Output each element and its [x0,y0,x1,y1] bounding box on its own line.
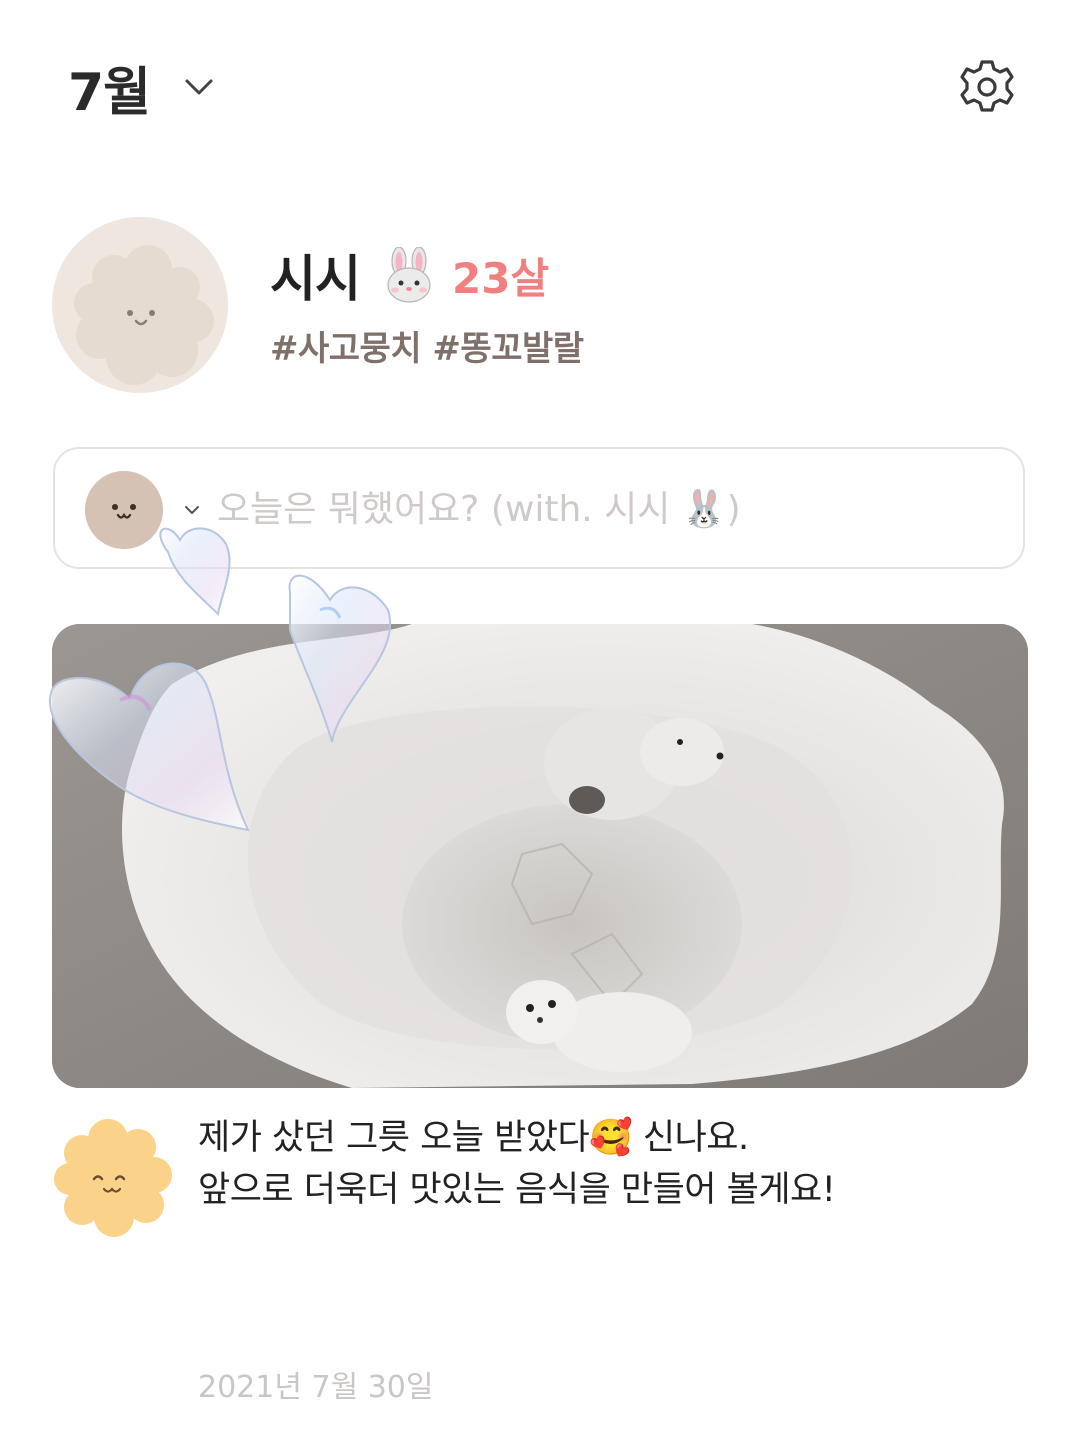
profile-tags: #사고뭉치 #똥꼬발랄 [270,329,584,369]
post-entry: 제가 샀던 그릇 오늘 받았다🥰 신나요. 앞으로 더욱더 맛있는 음식을 만들… [52,1112,1032,1242]
post-photo[interactable] [52,624,1028,1088]
month-selector[interactable]: 7월 [68,52,216,123]
top-bar: 7월 [0,0,1080,175]
profile-section: 시시 23살 #사고뭉치 #똥꼬발랄 [52,217,1032,397]
fluffy-puppy-avatar[interactable] [52,1117,172,1237]
month-label: 7월 [68,62,151,123]
profile-name-row: 시시 23살 [270,239,549,311]
post-text-line-2: 앞으로 더욱더 맛있는 음식을 만들어 볼게요! [198,1170,836,1210]
gear-icon[interactable] [958,58,1016,116]
post-body: 제가 샀던 그릇 오늘 받았다🥰 신나요. 앞으로 더욱더 맛있는 음식을 만들… [198,1112,1018,1216]
post-date: 2021년 7월 30일 [198,1370,434,1405]
profile-avatar[interactable] [52,217,228,393]
post-text-line-1: 제가 샀던 그릇 오늘 받았다🥰 신나요. [198,1118,749,1158]
bowl-with-polar-bears-photo [52,624,1028,1088]
profile-age: 23살 [452,253,550,303]
profile-name: 시시 [270,250,361,308]
fluffy-dog-avatar-image [52,217,228,393]
rabbit-face-icon [387,247,431,303]
chevron-down-icon[interactable] [183,501,201,519]
post-composer[interactable] [53,447,1025,569]
chevron-down-icon [185,79,213,95]
composer-input[interactable] [215,477,999,541]
composer-avatar[interactable] [85,471,163,549]
